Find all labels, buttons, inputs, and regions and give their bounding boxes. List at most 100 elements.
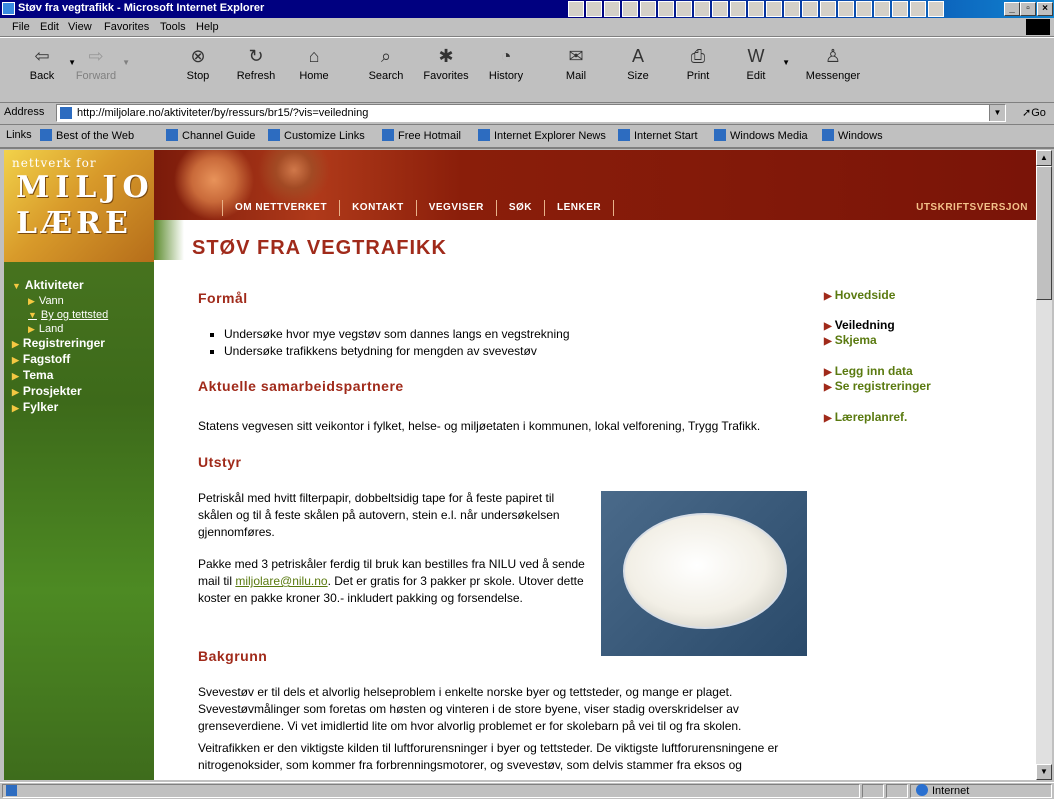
rightnav-laereplanref[interactable]: ▶ Læreplanref. — [824, 410, 907, 424]
tray-icon[interactable] — [838, 1, 854, 17]
print-button[interactable]: ⎙ Print — [670, 44, 726, 82]
forward-button[interactable]: ⇨ Forward ▼ — [68, 44, 130, 82]
rightnav-legg-inn-data[interactable]: ▶ Legg inn data — [824, 364, 913, 378]
menu-help[interactable]: Help — [196, 21, 219, 33]
page-icon — [60, 107, 72, 119]
triangle-right-icon: ▶ — [12, 355, 19, 365]
tray-icon[interactable] — [910, 1, 926, 17]
sidenav-tema[interactable]: ▶ Tema — [12, 368, 152, 384]
edit-button[interactable]: W Edit ▼ — [728, 44, 790, 82]
sidenav-aktiviteter[interactable]: ▼ Aktiviteter — [12, 278, 152, 294]
nav-sok[interactable]: SØK — [497, 200, 546, 216]
sidenav-registreringer[interactable]: ▶ Registreringer — [12, 336, 152, 352]
link-customize-links[interactable]: Customize Links — [268, 129, 365, 142]
sidenav-vann[interactable]: ▶ Vann — [12, 294, 152, 308]
menu-view[interactable]: View — [68, 21, 92, 33]
heading-formal: Formål — [198, 290, 248, 306]
link-ie-news[interactable]: Internet Explorer News — [478, 129, 606, 142]
tray-icon[interactable] — [622, 1, 638, 17]
menu-favorites[interactable]: Favorites — [104, 21, 149, 33]
tray-icon[interactable] — [874, 1, 890, 17]
tray-icon[interactable] — [892, 1, 908, 17]
site-logo[interactable]: nettverk for MILJO LÆRE — [4, 150, 154, 262]
tray-icon[interactable] — [856, 1, 872, 17]
taskbar-tray — [568, 1, 944, 17]
rightnav-veiledning[interactable]: ▶ Veiledning — [824, 318, 895, 332]
rightnav-hovedside[interactable]: ▶ Hovedside — [824, 288, 895, 302]
links-label: Links — [6, 129, 32, 141]
bakgrunn-paragraph-2: Veitrafikken er den viktigste kilden til… — [198, 741, 779, 772]
tray-icon[interactable] — [568, 1, 584, 17]
tray-icon[interactable] — [766, 1, 782, 17]
menu-bar: File Edit View Favorites Tools Help — [0, 18, 1054, 37]
site-banner: OM NETTVERKET KONTAKT VEGVISER SØK LENKE… — [154, 150, 1036, 220]
scroll-down-icon[interactable]: ▼ — [1036, 764, 1052, 780]
tray-icon[interactable] — [658, 1, 674, 17]
email-link[interactable]: miljolare@nilu.no — [235, 574, 327, 588]
link-windows-media[interactable]: Windows Media — [714, 129, 808, 142]
tray-icon[interactable] — [802, 1, 818, 17]
heading-partners: Aktuelle samarbeidspartnere — [198, 378, 404, 394]
printer-icon: ⎙ — [690, 46, 706, 66]
stop-button[interactable]: ⊗ Stop — [170, 44, 226, 82]
forward-dropdown-icon[interactable]: ▼ — [122, 58, 130, 67]
print-version-link[interactable]: UTSKRIFTSVERSJON — [916, 202, 1028, 213]
tray-icon[interactable] — [586, 1, 602, 17]
nav-kontakt[interactable]: KONTAKT — [340, 200, 417, 216]
go-button[interactable]: ➚Go — [1022, 106, 1046, 119]
menu-file[interactable]: File — [12, 21, 30, 33]
search-button[interactable]: ⌕ Search — [358, 44, 414, 82]
formal-list: Undersøke hvor mye vegstøv som dannes la… — [198, 326, 570, 360]
tray-icon[interactable] — [640, 1, 656, 17]
vertical-scrollbar[interactable]: ▲ ▼ — [1036, 150, 1052, 780]
edit-dropdown-icon[interactable]: ▼ — [782, 58, 790, 67]
tray-icon[interactable] — [676, 1, 692, 17]
sidenav-fylker[interactable]: ▶ Fylker — [12, 400, 152, 416]
address-dropdown-icon[interactable]: ▼ — [989, 105, 1005, 121]
rightnav-skjema[interactable]: ▶ Skjema — [824, 333, 877, 347]
sidenav-prosjekter[interactable]: ▶ Prosjekter — [12, 384, 152, 400]
sidenav-fagstoff[interactable]: ▶ Fagstoff — [12, 352, 152, 368]
menu-edit[interactable]: Edit — [40, 21, 59, 33]
tray-icon[interactable] — [820, 1, 836, 17]
tray-icon[interactable] — [712, 1, 728, 17]
tray-icon[interactable] — [604, 1, 620, 17]
menu-tools[interactable]: Tools — [160, 21, 186, 33]
tray-icon[interactable] — [748, 1, 764, 17]
back-button[interactable]: ⇦ Back ▼ — [14, 44, 76, 82]
minimize-button[interactable]: _ — [1004, 2, 1020, 16]
nav-om-nettverket[interactable]: OM NETTVERKET — [223, 200, 341, 216]
favorites-button[interactable]: ✱ Favorites — [418, 44, 474, 82]
mail-button[interactable]: ✉ Mail — [548, 44, 604, 82]
sidenav-land[interactable]: ▶ Land — [12, 322, 152, 336]
tray-icon[interactable] — [694, 1, 710, 17]
refresh-button[interactable]: ↻ Refresh — [228, 44, 284, 82]
nav-lenker[interactable]: LENKER — [545, 200, 615, 216]
link-windows[interactable]: Windows — [822, 129, 883, 142]
address-input[interactable]: http://miljolare.no/aktiviteter/by/ressu… — [56, 104, 1006, 122]
status-pane — [886, 784, 908, 798]
triangle-down-icon: ▼ — [28, 310, 37, 320]
font-size-icon: A — [631, 46, 644, 66]
rightnav-se-registreringer[interactable]: ▶ Se registreringer — [824, 379, 931, 393]
nav-vegviser[interactable]: VEGVISER — [417, 200, 497, 216]
close-button[interactable]: × — [1037, 2, 1053, 16]
link-internet-start[interactable]: Internet Start — [618, 129, 698, 142]
link-free-hotmail[interactable]: Free Hotmail — [382, 129, 461, 142]
link-best-of-the-web[interactable]: Best of the Web — [40, 129, 134, 142]
globe-icon — [916, 784, 928, 796]
maximize-button[interactable]: ▫ — [1020, 2, 1036, 16]
size-button[interactable]: A Size — [610, 44, 666, 82]
sidenav-by-og-tettsted[interactable]: ▼ By og tettsted — [12, 308, 152, 322]
history-button[interactable]: ◔ History — [478, 44, 534, 82]
scrollbar-thumb[interactable] — [1036, 166, 1052, 300]
scroll-up-icon[interactable]: ▲ — [1036, 150, 1052, 166]
messenger-button[interactable]: ♙ Messenger — [800, 44, 866, 82]
link-channel-guide[interactable]: Channel Guide — [166, 129, 255, 142]
tray-icon[interactable] — [928, 1, 944, 17]
ie-app-icon[interactable] — [2, 2, 15, 15]
tray-icon[interactable] — [730, 1, 746, 17]
home-button[interactable]: ⌂ Home — [286, 44, 342, 82]
tray-icon[interactable] — [784, 1, 800, 17]
mail-icon: ✉ — [568, 46, 584, 66]
